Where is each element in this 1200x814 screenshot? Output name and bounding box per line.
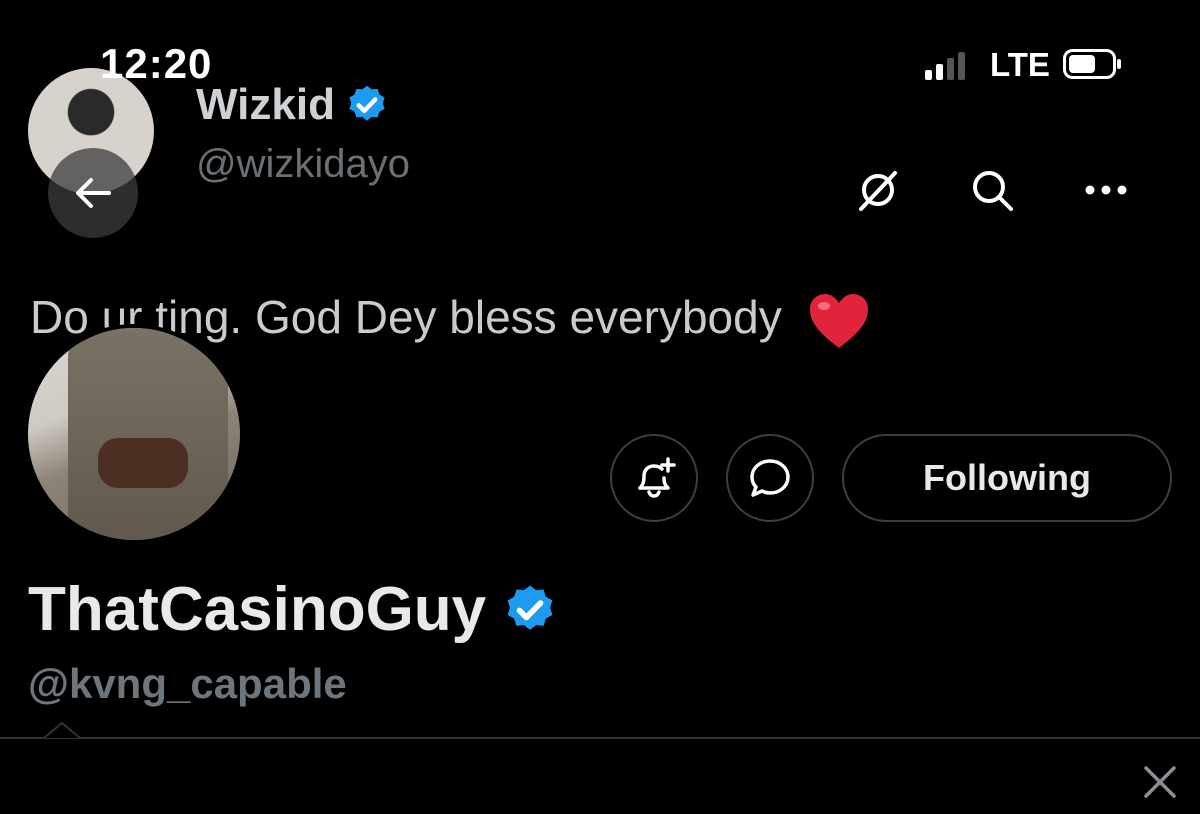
header-actions — [850, 162, 1134, 218]
grok-button[interactable] — [850, 162, 906, 218]
signal-strength-icon — [925, 52, 965, 80]
verified-badge-icon — [507, 585, 553, 630]
profile-name-row: ThatCasinoGuy — [28, 574, 558, 645]
profile-avatar[interactable] — [24, 324, 244, 544]
message-icon — [750, 459, 790, 497]
profile-handle: @kvng_capable — [28, 660, 347, 707]
heart-icon — [810, 293, 869, 348]
search-button[interactable] — [964, 162, 1020, 218]
quoted-author-name: Wizkid — [196, 80, 335, 129]
message-button[interactable] — [726, 434, 814, 522]
network-type: LTE — [990, 46, 1050, 83]
bell-plus-icon — [638, 457, 676, 498]
popover-divider — [0, 737, 1200, 739]
quoted-author-name-row: Wizkid — [196, 80, 389, 130]
arrow-left-icon — [76, 178, 111, 208]
popover-caret-icon — [44, 722, 80, 739]
status-time: 12:20 — [100, 40, 213, 87]
notify-button[interactable] — [610, 434, 698, 522]
battery-icon — [1063, 49, 1121, 79]
close-icon[interactable] — [1138, 760, 1182, 804]
avatar-photo-hands — [98, 438, 188, 488]
back-button[interactable] — [48, 148, 138, 238]
grok-icon — [859, 171, 897, 211]
quoted-author-handle: @wizkidayo — [196, 142, 411, 186]
following-button[interactable]: Following — [842, 434, 1172, 522]
more-icon — [1085, 185, 1127, 195]
avatar-photo-suit — [68, 328, 228, 540]
search-icon — [973, 171, 1013, 211]
profile-name: ThatCasinoGuy — [28, 575, 487, 644]
verified-badge-icon — [349, 85, 385, 121]
more-button[interactable] — [1078, 162, 1134, 218]
